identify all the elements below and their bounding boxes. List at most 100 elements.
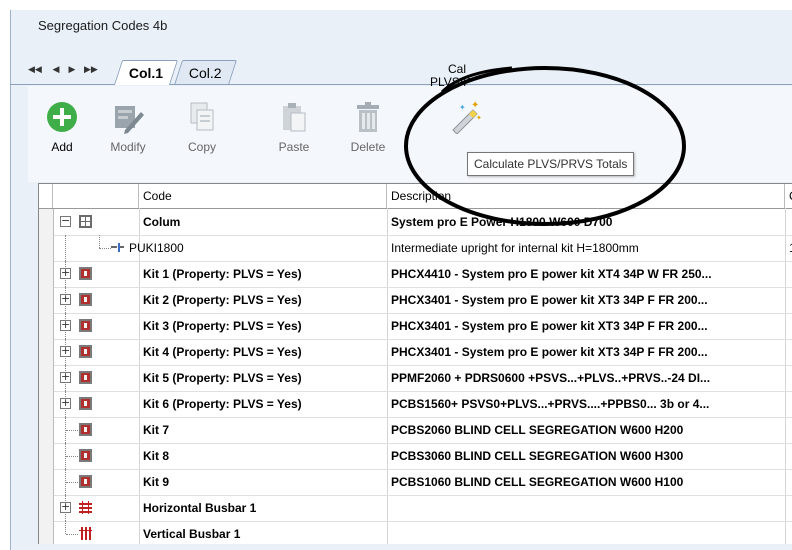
tab-col2[interactable]: Col.2 bbox=[173, 60, 237, 85]
cell-description[interactable] bbox=[391, 521, 783, 544]
kit-icon bbox=[79, 423, 92, 436]
delete-label: Delete bbox=[350, 140, 386, 154]
cell-code[interactable]: Kit 4 (Property: PLVS = Yes) bbox=[143, 339, 387, 365]
tree-line bbox=[66, 482, 78, 483]
cell-code[interactable]: Kit 5 (Property: PLVS = Yes) bbox=[143, 365, 387, 391]
cell-code[interactable]: Kit 8 bbox=[143, 443, 387, 469]
tree-line bbox=[65, 235, 66, 261]
add-label: Add bbox=[51, 140, 73, 154]
tree-line bbox=[65, 521, 66, 534]
calculate-label-line2: PLVS/P bbox=[430, 75, 472, 89]
column-icon bbox=[79, 215, 92, 228]
cell-code[interactable]: Kit 6 (Property: PLVS = Yes) bbox=[143, 391, 387, 417]
row-gutter[interactable] bbox=[39, 391, 54, 417]
modify-button[interactable]: Modify bbox=[98, 100, 158, 154]
kit-icon bbox=[79, 345, 92, 358]
tab-bar: ◀◀ ◀ ▶ ▶▶ Col.1 Col.2 bbox=[10, 56, 792, 88]
kit-icon bbox=[79, 397, 92, 410]
cell-description[interactable]: PHCX3401 - System pro E power kit XT3 34… bbox=[391, 313, 783, 339]
nav-next-button[interactable]: ▶ bbox=[66, 64, 78, 75]
row-gutter[interactable] bbox=[39, 443, 54, 469]
table-row[interactable]: + Horizontal Busbar 1 bbox=[39, 495, 792, 522]
tree-line bbox=[99, 235, 100, 248]
table-row[interactable]: Kit 7 PCBS2060 BLIND CELL SEGREGATION W60… bbox=[39, 417, 792, 444]
row-gutter[interactable] bbox=[39, 209, 54, 235]
cell-code[interactable]: Kit 7 bbox=[143, 417, 387, 443]
kit-icon bbox=[79, 267, 92, 280]
cell-description[interactable]: PCBS1060 BLIND CELL SEGREGATION W600 H10… bbox=[391, 469, 783, 495]
table-row[interactable]: + Kit 5 (Property: PLVS = Yes) PPMF2060 + … bbox=[39, 365, 792, 392]
table-row[interactable]: Vertical Busbar 1 bbox=[39, 521, 792, 544]
table-row[interactable]: − Colum System pro E Power H1800 W600 D700 bbox=[39, 209, 792, 236]
nav-prev-button[interactable]: ◀ bbox=[50, 64, 62, 75]
header-tree bbox=[53, 184, 139, 208]
expand-icon[interactable]: + bbox=[60, 397, 71, 409]
collapse-icon[interactable]: − bbox=[60, 215, 71, 227]
row-gutter[interactable] bbox=[39, 339, 54, 365]
cell-description[interactable]: System pro E Power H1800 W600 D700 bbox=[391, 209, 783, 235]
copy-button[interactable]: Copy bbox=[172, 100, 232, 154]
expand-icon[interactable]: + bbox=[60, 501, 71, 513]
cell-description[interactable]: PHCX4410 - System pro E power kit XT4 34… bbox=[391, 261, 783, 287]
row-gutter[interactable] bbox=[39, 495, 54, 521]
row-gutter[interactable] bbox=[39, 521, 54, 544]
row-gutter[interactable] bbox=[39, 469, 54, 495]
table-row[interactable]: Kit 8 PCBS3060 BLIND CELL SEGREGATION W60… bbox=[39, 443, 792, 470]
cell-description[interactable]: PHCX3401 - System pro E power kit XT3 34… bbox=[391, 339, 783, 365]
cell-description[interactable]: PCBS3060 BLIND CELL SEGREGATION W600 H30… bbox=[391, 443, 783, 469]
calculate-button[interactable]: ✦ ✦ ✦ bbox=[436, 100, 496, 134]
add-button[interactable]: Add bbox=[32, 100, 92, 154]
svg-text:✦: ✦ bbox=[471, 100, 479, 111]
window-title: Segregation Codes 4b bbox=[38, 18, 168, 33]
calculate-label: Cal PLVS/P bbox=[430, 63, 471, 89]
cell-code[interactable]: Colum bbox=[143, 209, 387, 235]
cell-description[interactable]: Intermediate upright for internal kit H=… bbox=[391, 235, 783, 261]
paste-button[interactable]: Paste bbox=[264, 100, 324, 154]
toolbar: Add Modify Copy Paste Delete ✦ ✦ ✦ bbox=[28, 86, 792, 182]
cell-description[interactable]: PPMF2060 + PDRS0600 +PSVS...+PLVS..+PRVS… bbox=[391, 365, 783, 391]
cell-code[interactable]: Kit 2 (Property: PLVS = Yes) bbox=[143, 287, 387, 313]
table-row[interactable]: PUKI1800 Intermediate upright for interna… bbox=[39, 235, 792, 262]
tab-col1[interactable]: Col.1 bbox=[113, 60, 179, 85]
upright-icon bbox=[111, 243, 124, 252]
tree-line bbox=[99, 248, 111, 249]
table-row[interactable]: + Kit 6 (Property: PLVS = Yes) PCBS1560+ P… bbox=[39, 391, 792, 418]
row-gutter[interactable] bbox=[39, 365, 54, 391]
cell-code[interactable]: Vertical Busbar 1 bbox=[143, 521, 387, 544]
cell-code[interactable]: Horizontal Busbar 1 bbox=[143, 495, 387, 521]
kit-icon bbox=[79, 319, 92, 332]
table-row[interactable]: + Kit 1 (Property: PLVS = Yes) PHCX4410 - … bbox=[39, 261, 792, 288]
row-gutter[interactable] bbox=[39, 261, 54, 287]
delete-button[interactable]: Delete bbox=[338, 100, 398, 154]
row-gutter[interactable] bbox=[39, 313, 54, 339]
expand-icon[interactable]: + bbox=[60, 319, 71, 331]
header-code[interactable]: Code bbox=[139, 184, 387, 208]
kit-icon bbox=[79, 371, 92, 384]
nav-first-button[interactable]: ◀◀ bbox=[28, 64, 42, 75]
cell-code[interactable]: Kit 3 (Property: PLVS = Yes) bbox=[143, 313, 387, 339]
cell-code[interactable]: Kit 1 (Property: PLVS = Yes) bbox=[143, 261, 387, 287]
expand-icon[interactable]: + bbox=[60, 293, 71, 305]
svg-text:✦: ✦ bbox=[476, 114, 482, 122]
cell-code[interactable]: PUKI1800 bbox=[129, 235, 373, 261]
header-description[interactable]: Description bbox=[387, 184, 785, 208]
cell-description[interactable] bbox=[391, 495, 783, 521]
table-row[interactable]: + Kit 3 (Property: PLVS = Yes) PHCX3401 - … bbox=[39, 313, 792, 340]
row-gutter[interactable] bbox=[39, 417, 54, 443]
table-row[interactable]: + Kit 4 (Property: PLVS = Yes) PHCX3401 - … bbox=[39, 339, 792, 366]
table-row[interactable]: + Kit 2 (Property: PLVS = Yes) PHCX3401 - … bbox=[39, 287, 792, 314]
row-gutter[interactable] bbox=[39, 287, 54, 313]
header-extra[interactable]: C bbox=[785, 184, 792, 208]
expand-icon[interactable]: + bbox=[60, 371, 71, 383]
cell-description[interactable]: PCBS1560+ PSVS0+PLVS...+PRVS....+PPBS0..… bbox=[391, 391, 783, 417]
table-row[interactable]: Kit 9 PCBS1060 BLIND CELL SEGREGATION W60… bbox=[39, 469, 792, 496]
cell-description[interactable]: PHCX3401 - System pro E power kit XT3 34… bbox=[391, 287, 783, 313]
row-gutter[interactable] bbox=[39, 235, 54, 261]
copy-icon bbox=[190, 102, 214, 131]
cell-description[interactable]: PCBS2060 BLIND CELL SEGREGATION W600 H20… bbox=[391, 417, 783, 443]
cell-code[interactable]: Kit 9 bbox=[143, 469, 387, 495]
nav-last-button[interactable]: ▶▶ bbox=[84, 64, 98, 75]
expand-icon[interactable]: + bbox=[60, 267, 71, 279]
svg-text:✦: ✦ bbox=[459, 103, 466, 112]
expand-icon[interactable]: + bbox=[60, 345, 71, 357]
